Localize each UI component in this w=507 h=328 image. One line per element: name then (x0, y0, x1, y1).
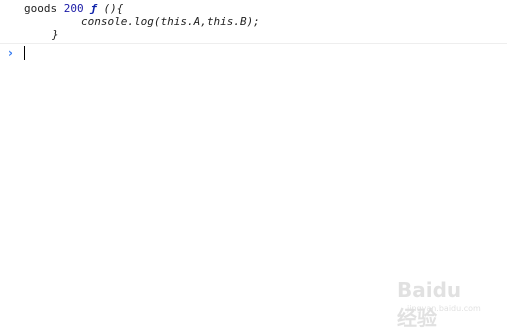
log-number: 200 (63, 2, 84, 15)
console-input[interactable] (22, 46, 492, 60)
function-keyword: ƒ (90, 2, 97, 15)
function-signature: (){ (103, 2, 124, 15)
function-body-line: console.log(this.A,this.B); (81, 15, 260, 28)
console-log-entry: goods 200 ƒ (){ console.log(this.A,this.… (0, 0, 507, 44)
watermark: Baidu 经验 jingyan.baidu.com (397, 278, 481, 328)
watermark-subtext: jingyan.baidu.com (407, 304, 481, 313)
console-prompt-row[interactable]: › (0, 44, 507, 62)
text-caret (24, 46, 25, 60)
watermark-logo: Baidu 经验 (397, 278, 462, 328)
prompt-chevron-icon: › (8, 46, 13, 60)
log-label: goods (24, 2, 58, 15)
devtools-console: goods 200 ƒ (){ console.log(this.A,this.… (0, 0, 507, 328)
log-line-1: goods 200 ƒ (){ (24, 2, 123, 15)
function-closing-brace: } (52, 28, 59, 41)
